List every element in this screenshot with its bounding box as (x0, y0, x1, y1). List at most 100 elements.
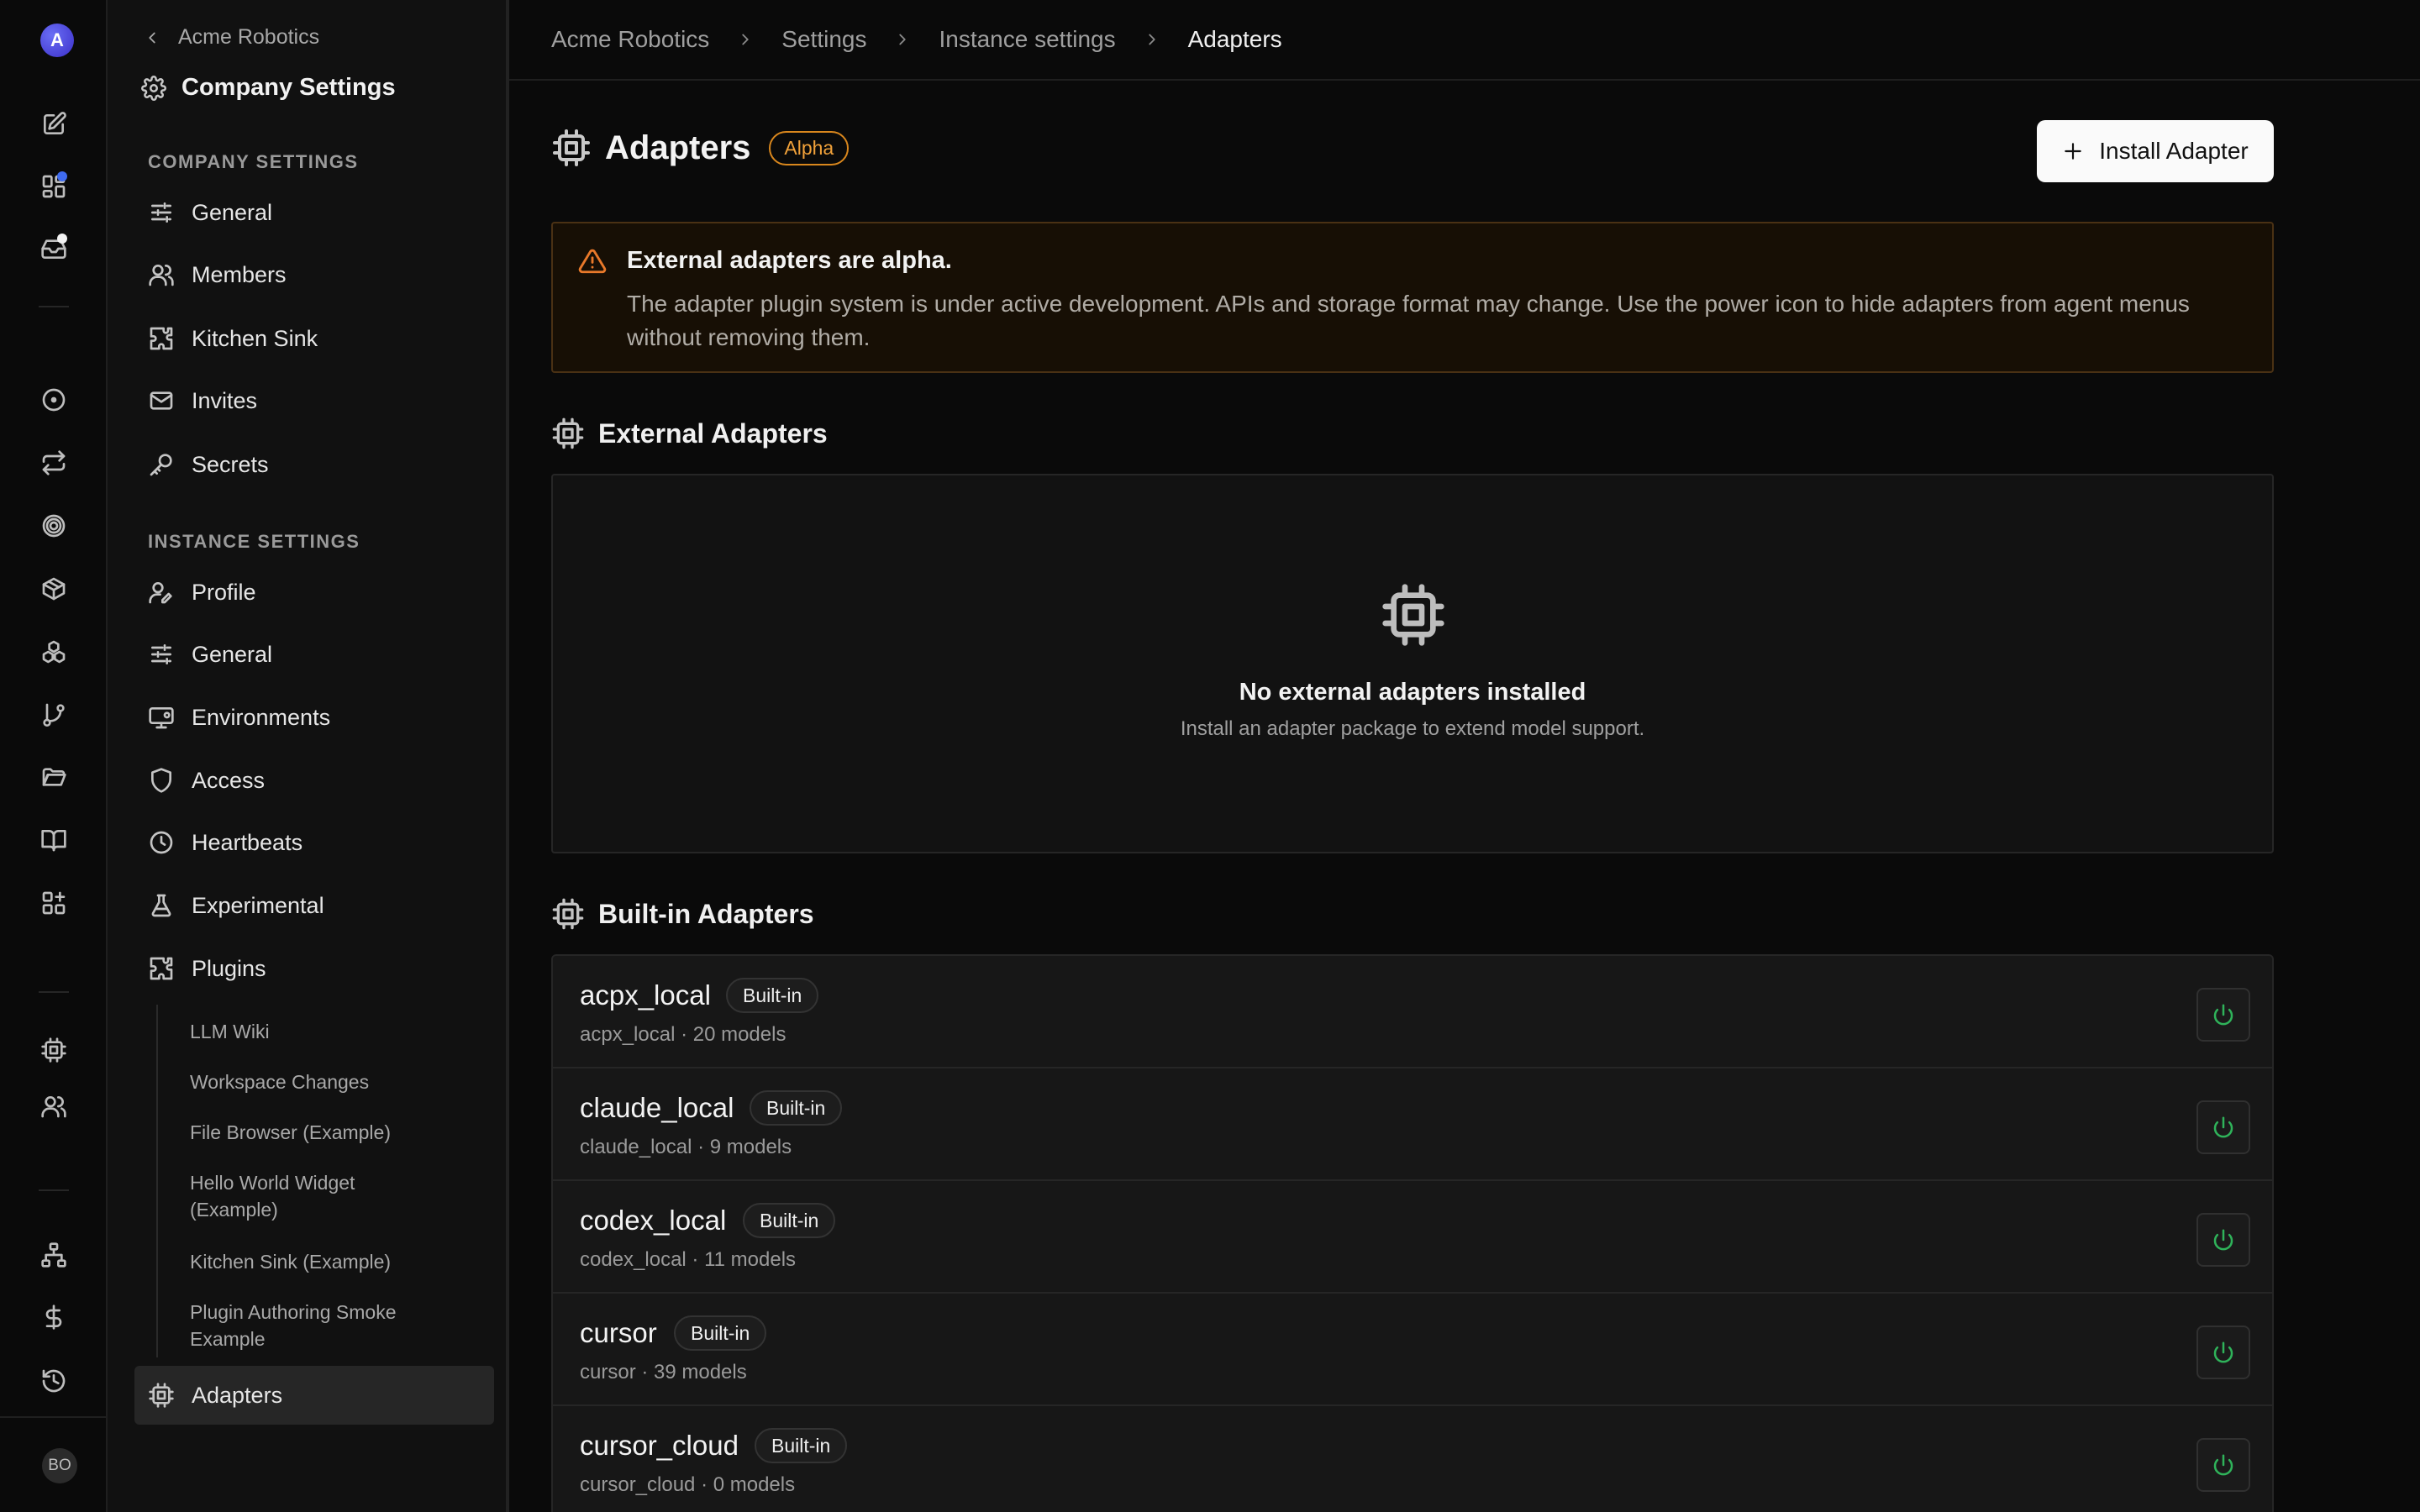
sidebar-item-secrets[interactable]: Secrets (134, 435, 494, 494)
adapter-name: acpx_local (580, 979, 711, 1011)
back-link[interactable]: Acme Robotics (143, 25, 319, 50)
sidebar-item-label: Members (192, 261, 287, 287)
power-icon (2213, 1454, 2233, 1476)
compose-icon[interactable] (34, 104, 74, 144)
adapter-row: cursor_cloud Built-in cursor_cloud · 0 m… (553, 1406, 2272, 1512)
power-toggle-button[interactable] (2196, 988, 2250, 1042)
adapter-row: cursor Built-in cursor · 39 models (553, 1294, 2272, 1406)
chip-icon[interactable] (34, 1030, 74, 1070)
sidebar-item-label: Heartbeats (192, 829, 303, 855)
clock-icon (150, 831, 173, 854)
sidebar-item-environments[interactable]: Environments (134, 688, 494, 747)
rail-divider (39, 991, 69, 993)
empty-state-title: No external adapters installed (1239, 679, 1586, 706)
gear-icon (141, 75, 166, 101)
swap-icon[interactable] (34, 443, 74, 483)
adapter-row: claude_local Built-in claude_local · 9 m… (553, 1068, 2272, 1181)
sidebar-item-plugins[interactable]: Plugins (134, 939, 494, 998)
sidebar-item-invites[interactable]: Invites (134, 371, 494, 430)
sidebar-item-label: Environments (192, 704, 331, 730)
sidebar-title-text: Company Settings (182, 74, 396, 101)
package-icon[interactable] (34, 569, 74, 609)
section-label: COMPANY SETTINGS (148, 151, 359, 172)
alert-body: The adapter plugin system is under activ… (627, 291, 2190, 350)
plugin-tree-line (156, 1005, 158, 1357)
user-edit-icon (149, 582, 172, 604)
breadcrumb-item[interactable]: Instance settings (939, 26, 1115, 53)
target-icon[interactable] (34, 506, 74, 546)
adapter-name: cursor_cloud (580, 1430, 739, 1461)
sidebar-item-access[interactable]: Access (134, 751, 494, 810)
section-label: INSTANCE SETTINGS (148, 531, 360, 552)
adapter-meta: codex_local · 11 models (580, 1248, 797, 1271)
breadcrumb-item[interactable]: Acme Robotics (551, 26, 709, 53)
sidebar-item-heartbeats[interactable]: Heartbeats (134, 813, 494, 872)
sidebar-item-profile[interactable]: Profile (134, 563, 494, 622)
user-avatar[interactable]: BO (42, 1448, 77, 1483)
power-icon (2213, 1004, 2233, 1026)
book-icon[interactable] (34, 820, 74, 860)
sidebar-item-label: Secrets (192, 451, 269, 477)
adapter-meta: claude_local · 9 models (580, 1136, 792, 1158)
install-adapter-button[interactable]: Install Adapter (2037, 120, 2274, 182)
dollar-icon[interactable] (34, 1297, 74, 1337)
sidebar-item-label: Experimental (192, 892, 324, 918)
puzzle-icon (150, 957, 173, 980)
builtin-badge: Built-in (726, 978, 819, 1013)
sidebar-item-kitchen-sink[interactable]: Kitchen Sink (134, 309, 494, 368)
power-toggle-button[interactable] (2196, 1213, 2250, 1267)
section-title: Built-in Adapters (598, 898, 814, 929)
sidebar-item-general[interactable]: General (134, 183, 494, 242)
power-toggle-button[interactable] (2196, 1438, 2250, 1492)
org-chart-icon[interactable] (34, 1235, 74, 1275)
chip-icon (149, 1383, 174, 1408)
branch-icon[interactable] (34, 695, 74, 735)
dashboard-icon[interactable] (34, 166, 74, 207)
notification-dot (57, 171, 67, 181)
cubes-icon[interactable] (34, 632, 74, 672)
sidebar-item-adapters[interactable]: Adapters (134, 1366, 494, 1425)
breadcrumb-current: Adapters (1187, 26, 1282, 52)
power-icon (2213, 1116, 2233, 1138)
inbox-icon[interactable] (34, 228, 74, 269)
apps-icon[interactable] (34, 883, 74, 923)
sidebar-title: Company Settings (141, 74, 396, 102)
power-toggle-button[interactable] (2196, 1100, 2250, 1154)
builtin-badge: Built-in (755, 1428, 848, 1463)
sidebar-plugin-item[interactable]: Kitchen Sink (Example) (190, 1248, 476, 1275)
main-content: Acme Robotics Settings Instance settings… (509, 0, 2420, 1512)
sidebar-plugin-item[interactable]: Workspace Changes (190, 1068, 476, 1095)
empty-state-subtitle: Install an adapter package to extend mod… (1180, 717, 1645, 740)
adapter-name: codex_local (580, 1205, 727, 1236)
power-icon (2213, 1341, 2233, 1363)
breadcrumb: Acme Robotics Settings Instance settings… (509, 0, 2420, 81)
sidebar-item-experimental[interactable]: Experimental (134, 876, 494, 935)
chevron-right-icon (742, 34, 749, 45)
sidebar-item-label: Plugins (192, 955, 266, 981)
history-icon[interactable] (34, 1361, 74, 1401)
external-adapters-heading: External Adapters (551, 417, 828, 450)
sidebar-plugin-item[interactable]: LLM Wiki (190, 1018, 476, 1045)
power-toggle-button[interactable] (2196, 1326, 2250, 1379)
alert-title: External adapters are alpha. (627, 247, 952, 274)
plus-icon (2065, 143, 2082, 160)
rail-divider (39, 306, 69, 307)
sidebar-item-label: General (192, 641, 273, 667)
sidebar-plugin-item[interactable]: File Browser (Example) (190, 1119, 476, 1146)
users-icon[interactable] (34, 1086, 74, 1126)
install-adapter-label: Install Adapter (2099, 138, 2249, 164)
sidebar-item-instance-general[interactable]: General (134, 625, 494, 684)
back-link-label: Acme Robotics (178, 25, 320, 49)
workspace-avatar[interactable]: A (40, 24, 74, 57)
rail-divider (39, 1189, 69, 1191)
folder-icon[interactable] (34, 757, 74, 797)
adapter-row: acpx_local Built-in acpx_local · 20 mode… (553, 956, 2272, 1068)
sidebar-plugin-item[interactable]: Hello World Widget (Example) (190, 1169, 392, 1223)
breadcrumb-item[interactable]: Settings (781, 26, 866, 53)
power-icon (2213, 1229, 2233, 1251)
sidebar-plugin-item[interactable]: Plugin Authoring Smoke Example (190, 1299, 442, 1352)
chip-icon (552, 417, 584, 449)
sidebar-item-members[interactable]: Members (134, 245, 494, 304)
circle-dot-icon[interactable] (34, 380, 74, 420)
adapter-meta: cursor_cloud · 0 models (580, 1473, 796, 1496)
